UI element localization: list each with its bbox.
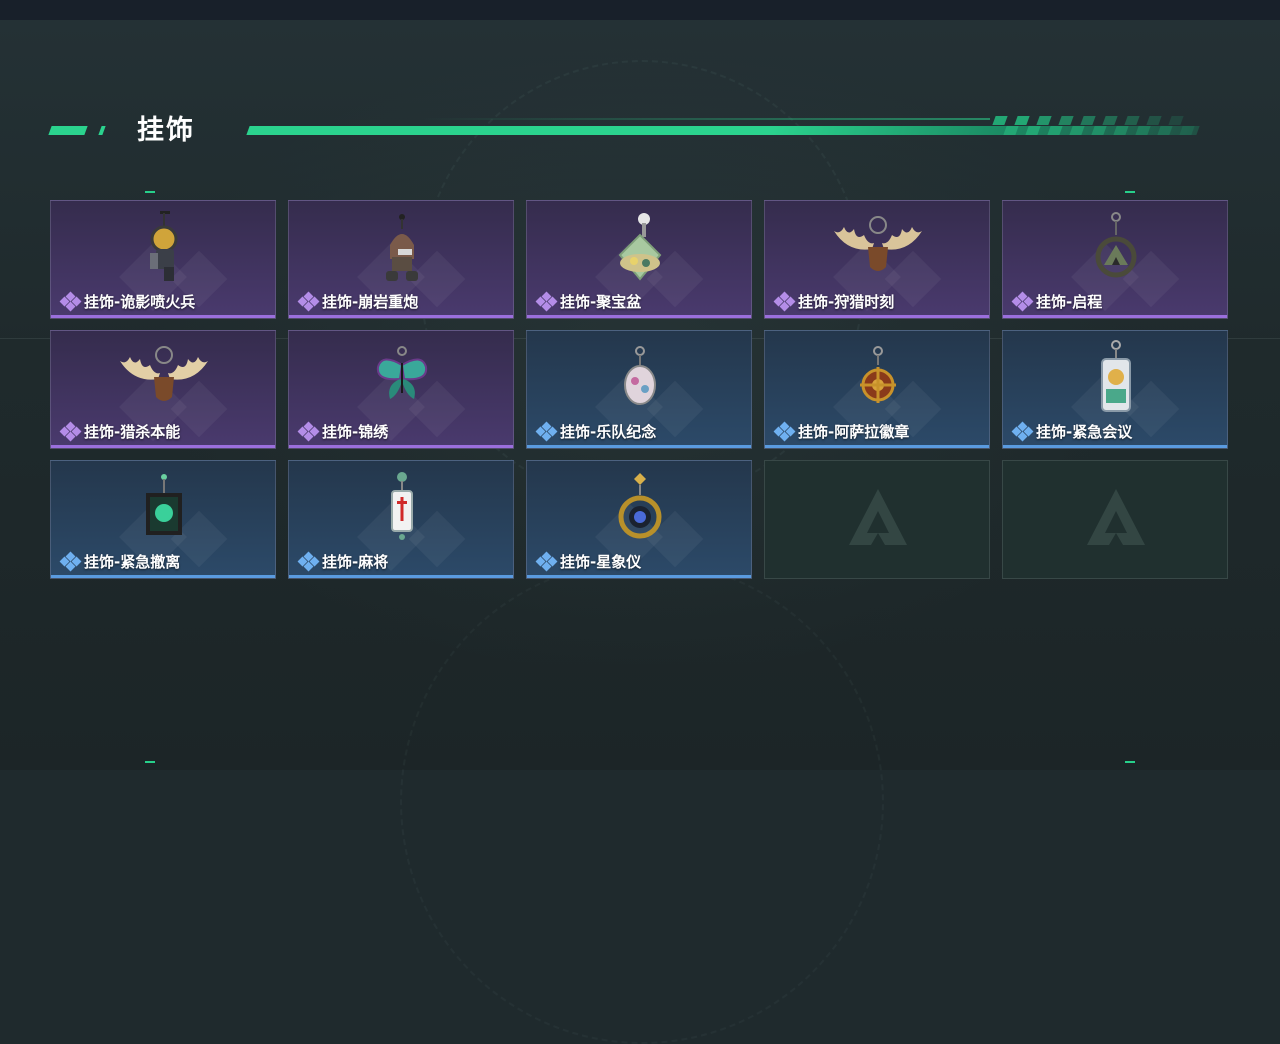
charm-label: 挂饰-紧急会议 (1036, 423, 1133, 441)
charm-label: 挂饰-诡影喷火兵 (84, 293, 196, 311)
charm-label: 挂饰-崩岩重炮 (322, 293, 419, 311)
charm-card[interactable]: 挂饰-猎杀本能 (50, 330, 276, 449)
treasure-bowl-charm-icon (618, 213, 662, 281)
astrolabe-charm-icon (618, 473, 662, 539)
charm-label: 挂饰-麻将 (322, 553, 389, 571)
charm-label: 挂饰-紧急撤离 (84, 553, 181, 571)
charm-card[interactable]: 挂饰-崩岩重炮 (288, 200, 514, 319)
charm-card[interactable]: 挂饰-麻将 (288, 460, 514, 579)
emergency-exit-charm-icon (146, 474, 182, 535)
charm-label: 挂饰-乐队纪念 (560, 423, 657, 441)
charm-label: 挂饰-阿萨拉徽章 (798, 423, 910, 441)
charm-grid: 挂饰-诡影喷火兵 挂饰-崩岩重炮 挂饰-聚宝盆 挂饰-狩猎时刻 挂饰-启程 挂饰… (50, 200, 1230, 580)
butterfly-charm-icon (376, 346, 428, 399)
mountain-ring-charm-icon (1095, 212, 1137, 278)
heavy-gunner-charm-icon (386, 214, 418, 281)
charm-label: 挂饰-狩猎时刻 (798, 293, 895, 311)
moose-antlers-charm-icon (834, 216, 922, 271)
charm-card[interactable]: 挂饰-紧急撤离 (50, 460, 276, 579)
header-checker-pattern (990, 116, 1200, 136)
header-accent-bar (48, 126, 88, 135)
charm-card[interactable]: 挂饰-阿萨拉徽章 (764, 330, 990, 449)
charm-card[interactable]: 挂饰-启程 (1002, 200, 1228, 319)
corner-mark-bottom-left (145, 761, 155, 763)
top-bar (0, 0, 1280, 20)
charm-label: 挂饰-聚宝盆 (560, 293, 642, 311)
charm-label: 挂饰-锦绣 (322, 423, 389, 441)
empty-slot-logo-icon (849, 489, 907, 545)
charm-label: 挂饰-启程 (1036, 293, 1103, 311)
charm-card[interactable]: 挂饰-紧急会议 (1002, 330, 1228, 449)
charm-label: 挂饰-星象仪 (560, 553, 642, 571)
emergency-meeting-charm-icon (1101, 340, 1131, 412)
empty-charm-slot[interactable] (1002, 460, 1228, 579)
header-thin-line (420, 118, 990, 120)
empty-charm-slot[interactable] (764, 460, 990, 579)
charm-card[interactable]: 挂饰-诡影喷火兵 (50, 200, 276, 319)
band-badge-charm-icon (624, 346, 656, 405)
charm-card[interactable]: 挂饰-聚宝盆 (526, 200, 752, 319)
charm-card[interactable]: 挂饰-锦绣 (288, 330, 514, 449)
flamethrower-soldier-charm-icon (150, 211, 178, 281)
moose-antlers-charm-icon (120, 346, 208, 401)
charm-card[interactable]: 挂饰-乐队纪念 (526, 330, 752, 449)
charm-label: 挂饰-猎杀本能 (84, 423, 181, 441)
empty-slot-logo-icon (1087, 489, 1145, 545)
mahjong-tile-charm-icon (391, 472, 413, 540)
charm-card[interactable]: 挂饰-星象仪 (526, 460, 752, 579)
corner-mark-top-left (145, 191, 155, 193)
corner-mark-top-right (1125, 191, 1135, 193)
background-ring-lower (400, 560, 884, 1044)
asala-emblem-charm-icon (860, 346, 896, 403)
charm-card[interactable]: 挂饰-狩猎时刻 (764, 200, 990, 319)
corner-mark-bottom-right (1125, 761, 1135, 763)
section-title: 挂饰 (137, 115, 195, 146)
